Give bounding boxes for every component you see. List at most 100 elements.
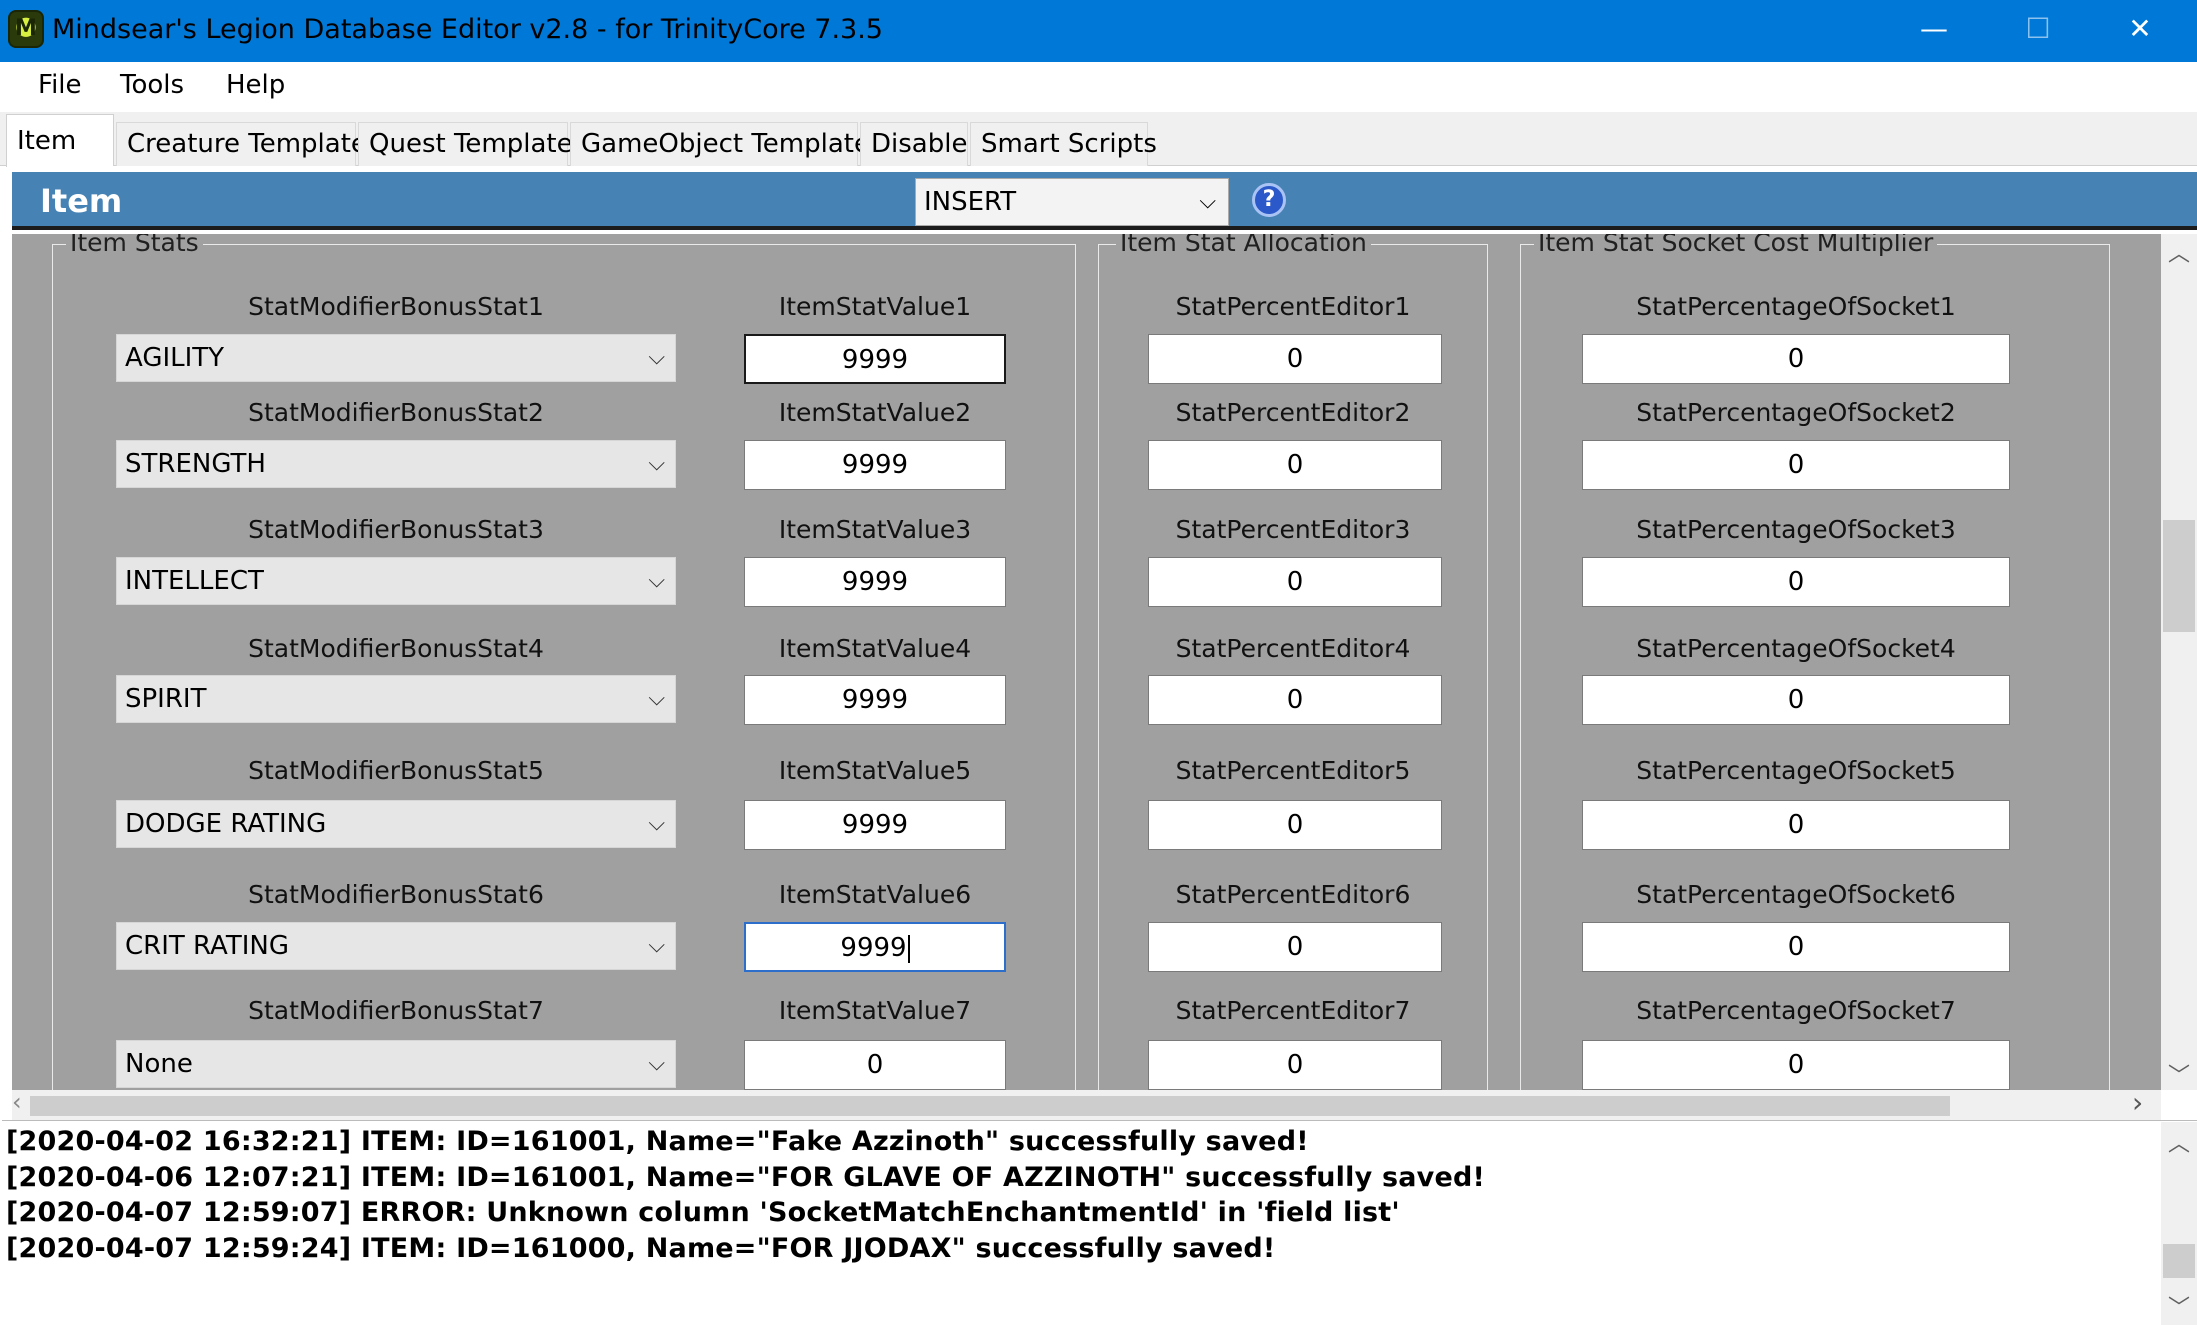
- log-scroll-down-icon[interactable]: ﹀: [2161, 1290, 2197, 1322]
- item-stat-value-text: 9999: [841, 345, 909, 375]
- menu-tools[interactable]: Tools: [108, 70, 196, 100]
- stat-percent-editor-text: 0: [1286, 685, 1304, 715]
- stat-modifier-select[interactable]: AGILITY ⌵: [116, 334, 676, 382]
- chevron-down-icon: ⌵: [648, 345, 665, 370]
- app-logo-letter: M: [15, 16, 37, 41]
- stat-modifier-value: SPIRIT: [125, 684, 207, 714]
- scroll-right-icon[interactable]: ›: [2132, 1086, 2143, 1119]
- stat-percentage-of-socket-input[interactable]: 0: [1582, 440, 2010, 490]
- horizontal-scroll-thumb[interactable]: [30, 1096, 1950, 1116]
- group-title-socket-multiplier: Item Stat Socket Cost Multiplier: [1534, 234, 1938, 257]
- stat-percent-editor-label: StatPercentEditor4: [1175, 634, 1411, 663]
- stat-percent-editor-text: 0: [1286, 450, 1304, 480]
- help-icon[interactable]: ?: [1252, 183, 1286, 217]
- stat-percentage-of-socket-input[interactable]: 0: [1582, 922, 2010, 972]
- panel-title: Item: [40, 182, 123, 220]
- item-stat-value-input[interactable]: 9999: [744, 922, 1006, 972]
- item-stat-value-input[interactable]: 9999: [744, 675, 1006, 725]
- stat-modifier-label: StatModifierBonusStat5: [248, 756, 544, 785]
- stat-percent-editor-label: StatPercentEditor7: [1175, 996, 1411, 1025]
- stat-percent-editor-text: 0: [1286, 344, 1304, 374]
- log-line: [2020-04-07 12:59:07] ERROR: Unknown col…: [6, 1197, 1400, 1228]
- item-stat-value-input[interactable]: 0: [744, 1040, 1006, 1090]
- stat-percentage-of-socket-input[interactable]: 0: [1582, 557, 2010, 607]
- chevron-down-icon: ⌵: [1199, 189, 1216, 214]
- stat-percent-editor-label: StatPercentEditor2: [1175, 398, 1411, 427]
- stat-percentage-of-socket-text: 0: [1787, 1050, 1805, 1080]
- stat-percent-editor-input[interactable]: 0: [1148, 334, 1442, 384]
- stat-modifier-select[interactable]: None ⌵: [116, 1040, 676, 1088]
- stat-modifier-select[interactable]: SPIRIT ⌵: [116, 675, 676, 723]
- stat-percent-editor-input[interactable]: 0: [1148, 675, 1442, 725]
- item-stat-value-label: ItemStatValue2: [778, 398, 972, 427]
- stat-percent-editor-label: StatPercentEditor6: [1175, 880, 1411, 909]
- stat-modifier-select[interactable]: STRENGTH ⌵: [116, 440, 676, 488]
- stat-percentage-of-socket-text: 0: [1787, 810, 1805, 840]
- stat-modifier-label: StatModifierBonusStat2: [248, 398, 544, 427]
- stat-percent-editor-input[interactable]: 0: [1148, 922, 1442, 972]
- stat-percent-editor-input[interactable]: 0: [1148, 557, 1442, 607]
- log-scroll-up-icon[interactable]: ︿: [2161, 1126, 2197, 1158]
- stat-percentage-of-socket-input[interactable]: 0: [1582, 800, 2010, 850]
- stat-percentage-of-socket-input[interactable]: 0: [1582, 1040, 2010, 1090]
- item-stat-value-text: 9999: [841, 567, 909, 597]
- stat-modifier-value: STRENGTH: [125, 449, 266, 479]
- tab-creature-template[interactable]: Creature Template: [116, 122, 367, 166]
- tab-quest-template[interactable]: Quest Template: [358, 122, 573, 166]
- stat-modifier-select[interactable]: INTELLECT ⌵: [116, 557, 676, 605]
- stat-modifier-value: CRIT RATING: [125, 931, 289, 961]
- stat-modifier-select[interactable]: CRIT RATING ⌵: [116, 922, 676, 970]
- minimize-button[interactable]: —: [1882, 0, 1986, 58]
- chevron-down-icon: ⌵: [648, 451, 665, 476]
- item-stat-value-input[interactable]: 9999: [744, 557, 1006, 607]
- stat-percentage-of-socket-label: StatPercentageOfSocket1: [1636, 292, 1956, 321]
- stat-percentage-of-socket-label: StatPercentageOfSocket7: [1636, 996, 1956, 1025]
- log-line: [2020-04-06 12:07:21] ITEM: ID=161001, N…: [6, 1162, 1486, 1193]
- stat-percent-editor-text: 0: [1286, 810, 1304, 840]
- stat-percent-editor-input[interactable]: 0: [1148, 1040, 1442, 1090]
- stat-percent-editor-text: 0: [1286, 1050, 1304, 1080]
- chevron-down-icon: ⌵: [648, 1051, 665, 1076]
- stat-percentage-of-socket-input[interactable]: 0: [1582, 334, 2010, 384]
- stat-modifier-label: StatModifierBonusStat1: [248, 292, 544, 321]
- stat-percentage-of-socket-label: StatPercentageOfSocket4: [1636, 634, 1956, 663]
- tab-gameobject-template[interactable]: GameObject Template: [570, 122, 870, 166]
- log-line: [2020-04-07 12:59:24] ITEM: ID=161000, N…: [6, 1233, 1276, 1264]
- mode-select[interactable]: INSERT ⌵: [915, 178, 1229, 226]
- scroll-down-icon[interactable]: ﹀: [2161, 1058, 2197, 1090]
- stat-percentage-of-socket-text: 0: [1787, 567, 1805, 597]
- stat-percent-editor-text: 0: [1286, 567, 1304, 597]
- chevron-down-icon: ⌵: [648, 686, 665, 711]
- item-stat-value-input[interactable]: 9999: [744, 334, 1006, 384]
- item-stat-value-input[interactable]: 9999: [744, 800, 1006, 850]
- item-stat-value-text: 0: [866, 1050, 884, 1080]
- vertical-scrollbar[interactable]: [2161, 234, 2197, 1090]
- menu-help[interactable]: Help: [214, 70, 297, 100]
- vertical-scroll-thumb[interactable]: [2163, 520, 2195, 632]
- tab-smart-scripts[interactable]: Smart Scripts: [970, 122, 1157, 166]
- stat-percentage-of-socket-label: StatPercentageOfSocket3: [1636, 515, 1956, 544]
- chevron-down-icon: ⌵: [648, 933, 665, 958]
- scroll-up-icon[interactable]: ︿: [2161, 236, 2197, 268]
- stat-modifier-select[interactable]: DODGE RATING ⌵: [116, 800, 676, 848]
- stat-percentage-of-socket-input[interactable]: 0: [1582, 675, 2010, 725]
- item-stats-content[interactable]: Item Stats Item Stat Allocation Item Sta…: [12, 234, 2161, 1090]
- window-title: Mindsear's Legion Database Editor v2.8 -…: [52, 14, 883, 45]
- tab-disable[interactable]: Disable: [860, 122, 968, 166]
- stat-modifier-label: StatModifierBonusStat7: [248, 996, 544, 1025]
- item-stat-value-label: ItemStatValue4: [778, 634, 972, 663]
- maximize-button[interactable]: ☐: [1986, 0, 2090, 58]
- menu-file[interactable]: File: [26, 70, 94, 100]
- item-stat-value-label: ItemStatValue5: [778, 756, 972, 785]
- item-stat-value-text: 9999: [840, 933, 907, 963]
- stat-percent-editor-input[interactable]: 0: [1148, 440, 1442, 490]
- close-button[interactable]: ✕: [2088, 0, 2192, 58]
- item-stat-value-input[interactable]: 9999: [744, 440, 1006, 490]
- menu-bar: [0, 62, 2197, 112]
- stat-percent-editor-input[interactable]: 0: [1148, 800, 1442, 850]
- log-scroll-thumb[interactable]: [2163, 1244, 2195, 1278]
- scroll-left-icon[interactable]: ‹: [12, 1088, 22, 1116]
- tab-item[interactable]: Item: [6, 114, 114, 167]
- stat-modifier-value: None: [125, 1049, 193, 1079]
- stat-modifier-value: INTELLECT: [125, 566, 264, 596]
